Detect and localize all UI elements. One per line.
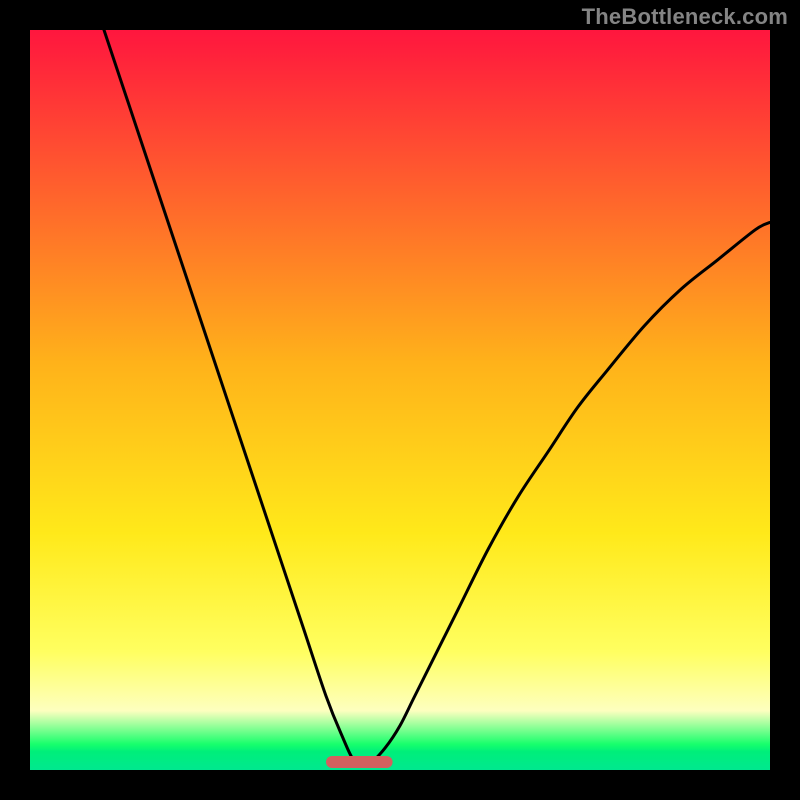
chart-frame: TheBottleneck.com: [0, 0, 800, 800]
optimal-range-marker: [326, 756, 393, 768]
bottleneck-chart: [30, 30, 770, 770]
watermark-text: TheBottleneck.com: [582, 4, 788, 30]
